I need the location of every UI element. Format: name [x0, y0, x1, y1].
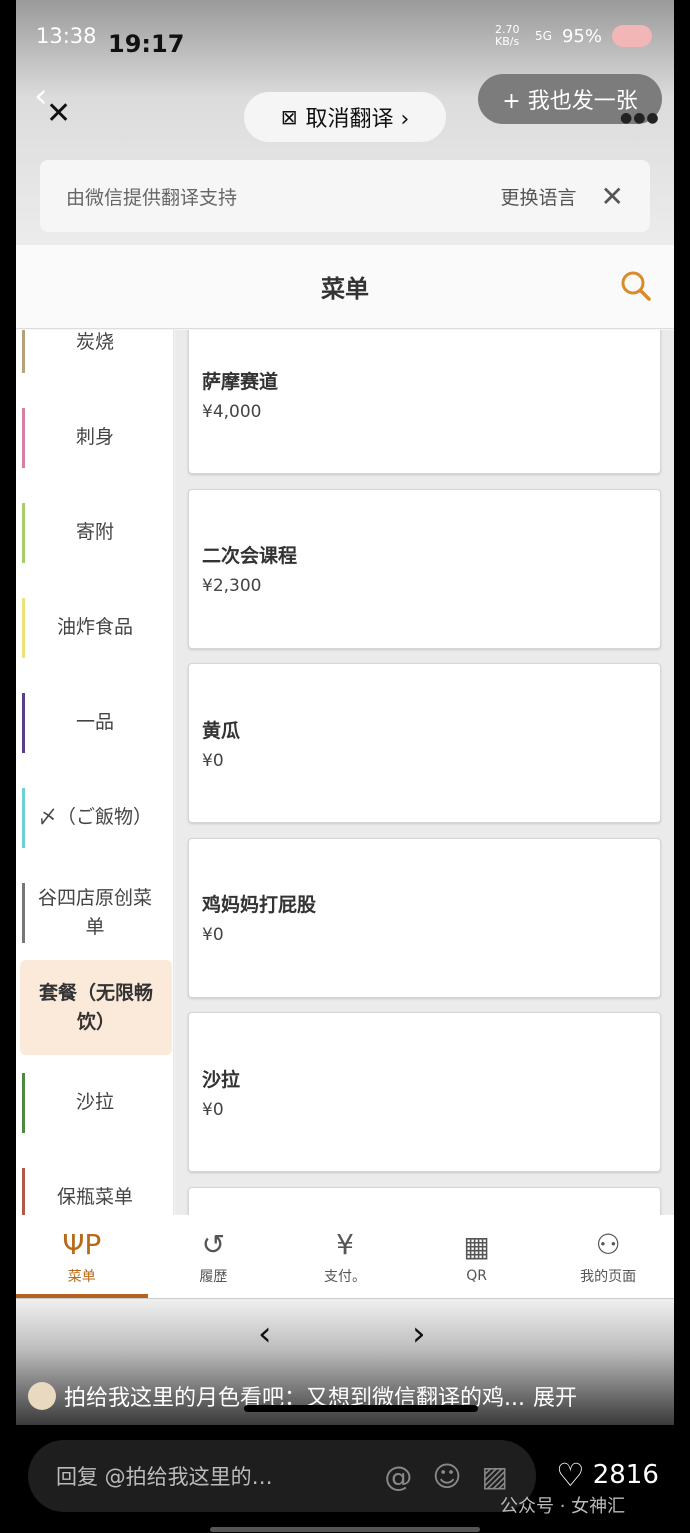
sidebar-item[interactable]: 炭烧 [16, 330, 173, 390]
translation-banner: 由微信提供翻译支持 更换语言 ✕ [40, 160, 650, 232]
history-icon: ↺ [201, 1227, 226, 1261]
menu-item-card[interactable] [188, 1186, 661, 1215]
sidebar-item-label: 保瓶菜单 [56, 1186, 133, 1208]
category-color-bar [22, 330, 25, 373]
sidebar-item-label: 套餐（无限畅饮） [38, 981, 153, 1033]
like-button[interactable]: ♡ 2816 [556, 1456, 659, 1494]
menu-item-card[interactable]: 萨摩赛道 ¥4,000 [188, 330, 661, 474]
menu-item-card[interactable]: 鸡妈妈打屁股 ¥0 [188, 837, 661, 998]
menu-list[interactable]: 萨摩赛道 ¥4,000 二次会课程 ¥2,300 黄瓜 ¥0 鸡妈妈打屁股 ¥0 沙拉 ¥0 [175, 330, 674, 1215]
sidebar-item[interactable]: 寄附 [16, 485, 173, 580]
fork-spoon-icon: ΨΡ [62, 1227, 102, 1261]
battery: 95% [561, 25, 602, 47]
status-time: 19:17 [108, 30, 185, 58]
menu-item-card[interactable]: 二次会课程 ¥2,300 [188, 488, 661, 649]
item-name: 沙拉 [202, 1068, 241, 1091]
sidebar-item[interactable]: 刺身 [16, 390, 173, 485]
more-icon[interactable]: ●●● [620, 110, 660, 126]
expand-link[interactable]: 展开 [533, 1380, 577, 1412]
menu-item-card[interactable]: 沙拉 ¥0 [188, 1012, 661, 1172]
sidebar-item-label: 刺身 [75, 426, 114, 448]
tab-item[interactable]: ⚇ 我的页面 [542, 1215, 674, 1298]
image-icon[interactable]: ▨ [482, 1460, 508, 1493]
scroll-handle [244, 1405, 478, 1412]
status-icons: 2.70 KB/s 5G 95% [495, 24, 652, 48]
cancel-translation-label: 取消翻译 › [305, 107, 410, 132]
sidebar-item-label: 沙拉 [75, 1091, 114, 1113]
item-price: ¥2,300 [202, 576, 262, 596]
item-price: ¥4,000 [202, 401, 262, 422]
emoji-icon[interactable]: ☺ [432, 1460, 461, 1493]
tab-label: QR [466, 1267, 487, 1284]
tab-label: 我的页面 [580, 1268, 637, 1285]
next-arrow-icon[interactable]: › [412, 1314, 426, 1354]
category-color-bar [22, 503, 25, 563]
search-icon[interactable] [620, 270, 652, 302]
item-name: 黄瓜 [202, 719, 241, 742]
item-name: 鸡妈妈打屁股 [202, 894, 317, 916]
like-count: 2816 [592, 1460, 659, 1490]
menu-item-card[interactable]: 黄瓜 ¥0 [188, 663, 661, 823]
bottom-tab-bar: ΨΡ 菜单 ↺ 履歴 ¥ 支付。 ▦ QR ⚇ 我的页面 [16, 1215, 674, 1299]
tab-item[interactable]: ¥ 支付。 [279, 1215, 411, 1298]
banner-text: 由微信提供翻译支持 [66, 186, 238, 209]
screen: 13:38 19:17 2.70 KB/s 5G 95% ‹ ✕ ⊠ 取消翻译 … [16, 0, 674, 1425]
sidebar-item[interactable]: 套餐（无限畅饮） [20, 960, 172, 1055]
category-color-bar [22, 788, 25, 848]
tab-item[interactable]: ΨΡ 菜单 [16, 1215, 148, 1298]
mention-icon[interactable]: @ [384, 1460, 412, 1493]
item-name: 二次会课程 [202, 545, 298, 567]
yen-icon: ¥ [336, 1227, 354, 1261]
item-price: ¥0 [202, 1099, 224, 1120]
sidebar-item-label: 炭烧 [75, 331, 114, 353]
tab-label: 菜单 [67, 1268, 96, 1285]
prev-arrow-icon[interactable]: ‹ [258, 1314, 272, 1354]
user-icon: ⚇ [595, 1227, 621, 1261]
status-time-bg: 13:38 [36, 24, 97, 48]
close-icon[interactable]: ✕ [46, 96, 71, 131]
sidebar-item[interactable]: 谷四店原创菜单 [16, 865, 173, 960]
heart-icon: ♡ [556, 1456, 585, 1494]
category-color-bar [22, 1073, 25, 1133]
category-sidebar[interactable]: 炭烧刺身寄附油炸食品一品〆（ご飯物） 谷四店原创菜单 套餐（无限畅饮） 沙拉保瓶菜单 [16, 330, 174, 1215]
reply-placeholder: 回复 @拍给我这里的… [56, 1465, 273, 1489]
sidebar-item[interactable]: 沙拉 [16, 1055, 173, 1150]
item-name: 萨摩赛道 [202, 370, 279, 393]
page-title: 菜单 [16, 245, 674, 329]
tab-item[interactable]: ↺ 履歴 [148, 1215, 280, 1298]
category-color-bar [22, 693, 25, 753]
watermark: 公众号 · 女神汇 [500, 1496, 626, 1517]
sidebar-item[interactable]: 〆（ご飯物） [16, 770, 173, 865]
change-language-link[interactable]: 更换语言 [501, 183, 577, 210]
reply-input[interactable]: 回复 @拍给我这里的… @ ☺ ▨ [28, 1440, 536, 1512]
sidebar-item[interactable]: 一品 [16, 675, 173, 770]
sidebar-item[interactable]: 保瓶菜单 [16, 1150, 173, 1215]
category-color-bar [22, 408, 25, 468]
sidebar-item-label: 〆（ご飯物） [37, 806, 152, 828]
item-price: ¥0 [202, 925, 224, 945]
tab-label: 履歴 [199, 1268, 228, 1285]
sidebar-item-label: 油炸食品 [56, 616, 133, 638]
banner-close-icon[interactable]: ✕ [601, 180, 624, 213]
translate-off-icon: ⊠ [280, 105, 298, 129]
item-price: ¥0 [202, 750, 224, 771]
category-color-bar [22, 598, 25, 658]
speed: 2.70 KB/s [495, 23, 520, 48]
avatar[interactable] [28, 1382, 56, 1410]
tab-label: 支付。 [323, 1268, 366, 1285]
sticker-icon [612, 25, 652, 47]
cancel-translation-button[interactable]: ⊠ 取消翻译 › [244, 92, 446, 142]
qr-icon: ▦ [463, 1229, 490, 1263]
sidebar-item-label: 寄附 [75, 521, 114, 543]
sidebar-item-label: 谷四店原创菜单 [37, 886, 152, 938]
sidebar-item-label: 一品 [75, 711, 114, 733]
sidebar-item[interactable]: 油炸食品 [16, 580, 173, 675]
category-color-bar [22, 883, 25, 943]
network: 5G [535, 29, 552, 43]
tab-item[interactable]: ▦ QR [411, 1215, 543, 1298]
category-color-bar [22, 1168, 25, 1215]
home-indicator [210, 1527, 480, 1532]
